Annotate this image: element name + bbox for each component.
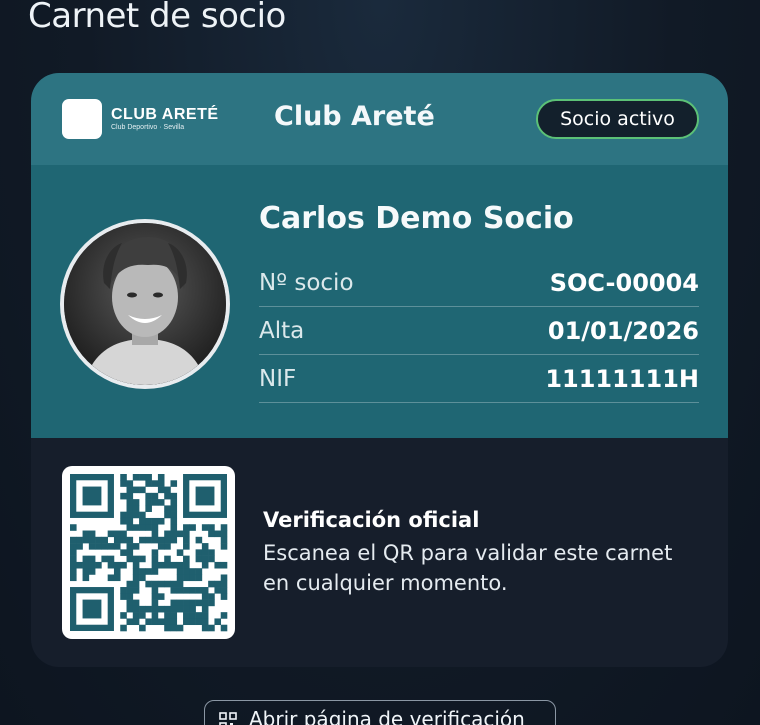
qr-icon — [219, 711, 237, 725]
verification-text: Escanea el QR para validar este carnet e… — [263, 541, 673, 595]
member-card: CLUB ARETÉ Club Deportivo · Sevilla Club… — [31, 73, 728, 667]
card-header: CLUB ARETÉ Club Deportivo · Sevilla Club… — [31, 73, 728, 165]
info-value: 01/01/2026 — [547, 316, 699, 345]
info-label: NIF — [259, 365, 297, 392]
info-value: SOC-00004 — [549, 268, 699, 297]
open-verification-button[interactable]: Abrir página de verificación — [204, 700, 556, 725]
open-verification-label: Abrir página de verificación — [249, 707, 525, 725]
page-title: Carnet de socio — [28, 0, 286, 36]
verification-title: Verificación oficial — [263, 508, 480, 532]
status-badge: Socio activo — [536, 99, 699, 139]
logo-subtitle: Club Deportivo · Sevilla — [111, 124, 185, 131]
qr-code — [62, 466, 235, 639]
info-label: Nº socio — [259, 269, 354, 296]
info-value: 11111111H — [545, 364, 699, 393]
avatar — [60, 219, 230, 389]
avatar-photo — [64, 223, 226, 385]
logo-mark — [62, 99, 102, 139]
info-row-member-number: Nº socio SOC-00004 — [259, 259, 699, 307]
card-body: Carlos Demo Socio Nº socio SOC-00004 Alt… — [31, 165, 728, 438]
club-logo: CLUB ARETÉ Club Deportivo · Sevilla — [62, 99, 219, 139]
info-row-nif: NIF 11111111H — [259, 355, 699, 403]
info-row-joined: Alta 01/01/2026 — [259, 307, 699, 355]
logo-name: CLUB ARETÉ — [111, 106, 219, 123]
member-name: Carlos Demo Socio — [259, 201, 574, 236]
info-label: Alta — [259, 317, 305, 344]
qr-code-image — [70, 474, 228, 632]
club-name: Club Areté — [274, 101, 435, 132]
